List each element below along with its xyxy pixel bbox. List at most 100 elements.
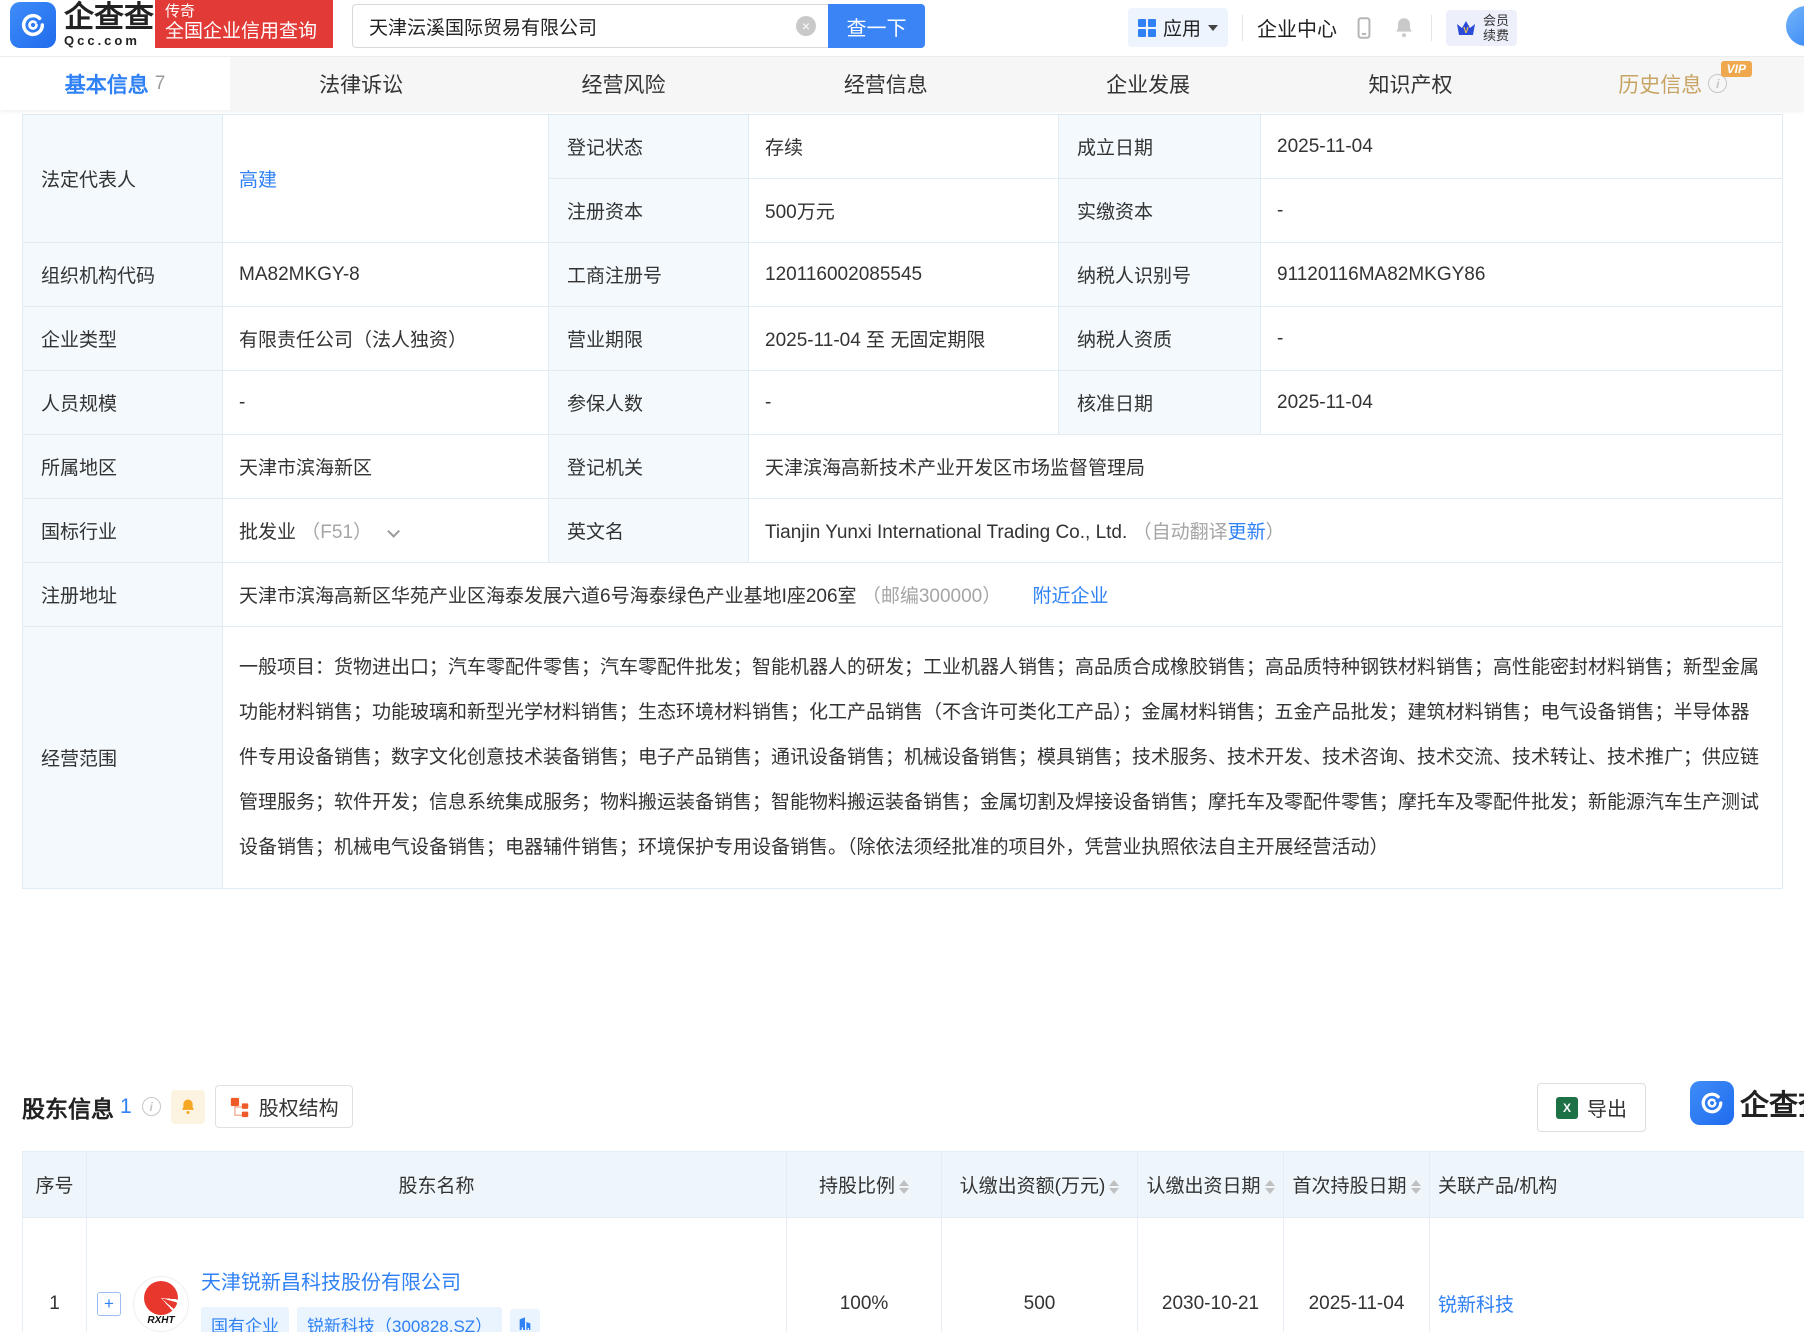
divider [1431, 15, 1432, 41]
basic-info-table: 法定代表人 高建 登记状态 存续 成立日期 2025-11-04 注册资本 50… [22, 114, 1783, 889]
org-chart-icon [229, 1096, 251, 1118]
qcc-logo-icon [10, 2, 56, 48]
field-label: 注册地址 [23, 563, 223, 627]
promo-badge: 传奇 全国企业信用查询 [155, 0, 333, 48]
org-code-value: MA82MKGY-8 [223, 243, 549, 307]
top-header: 企查查 Qcc.com 传奇 全国企业信用查询 × 查一下 应用 企业中心 [0, 0, 1804, 56]
row-index: 1 [23, 1218, 87, 1332]
sort-icon [1109, 1180, 1119, 1194]
field-label: 法定代表人 [23, 115, 223, 243]
industry-cell: 批发业 （F51） [223, 499, 549, 563]
col-shareholder-name: 股东名称 [87, 1152, 787, 1218]
vip-renew-button[interactable]: V 会员 续费 [1446, 10, 1517, 46]
crown-icon: V [1454, 16, 1478, 40]
col-share-ratio[interactable]: 持股比例 [787, 1152, 942, 1218]
industry-code: （F51） [301, 522, 372, 543]
tab-history-info[interactable]: VIP 历史信息 i [1542, 57, 1804, 110]
approval-date-value: 2025-11-04 [1261, 371, 1783, 435]
brand-text: 企查查 [1740, 1082, 1804, 1124]
field-label: 纳税人识别号 [1059, 243, 1261, 307]
equity-structure-button[interactable]: 股权结构 [215, 1085, 353, 1128]
shareholder-name-cell: + RXHT 天津锐新昌科技股份有限公司 国有企业 锐新科技（300828.SZ… [87, 1218, 787, 1332]
shareholders-section: 股东信息 1 i 股权结构 X 导出 企查查 [0, 1085, 1804, 1332]
registration-status-value: 存续 [749, 115, 1059, 179]
promo-line2: 全国企业信用查询 [165, 20, 323, 44]
registration-authority-value: 天津滨海高新技术产业开发区市场监督管理局 [749, 435, 1783, 499]
expand-row-button[interactable]: + [97, 1292, 121, 1316]
vip-renew-label: 会员 续费 [1483, 13, 1509, 43]
tab-company-development[interactable]: 企业发展 [1017, 57, 1279, 110]
apps-label: 应用 [1163, 14, 1201, 41]
search-button[interactable]: 查一下 [828, 4, 925, 48]
col-first-hold-date[interactable]: 首次持股日期 [1284, 1152, 1430, 1218]
listed-stock-tag[interactable]: 锐新科技（300828.SZ） [297, 1307, 502, 1332]
shareholders-count: 1 [120, 1095, 132, 1119]
notification-bell-icon[interactable] [1391, 15, 1417, 41]
search-box: × [352, 4, 828, 48]
info-icon[interactable]: i [142, 1097, 161, 1116]
table-header-row: 序号 股东名称 持股比例 认缴出资额(万元) 认缴出资日期 首次持股日期 关联产… [23, 1152, 1804, 1218]
promo-line1: 传奇 [165, 3, 323, 20]
qcc-logo-icon [1690, 1081, 1734, 1125]
bell-icon [178, 1097, 198, 1117]
tab-count: 7 [155, 73, 166, 95]
col-subscribed-date[interactable]: 认缴出资日期 [1138, 1152, 1284, 1218]
rxht-logo-mark [144, 1281, 178, 1315]
monitor-bell-button[interactable] [171, 1090, 205, 1124]
nearby-companies-link[interactable]: 附近企业 [1033, 586, 1109, 607]
english-name-cell: Tianjin Yunxi International Trading Co.,… [749, 499, 1783, 563]
apps-menu-button[interactable]: 应用 [1128, 8, 1228, 47]
field-label: 所属地区 [23, 435, 223, 499]
qcc-company-page: 企查查 Qcc.com 传奇 全国企业信用查询 × 查一下 应用 企业中心 [0, 0, 1804, 1332]
field-label: 核准日期 [1059, 371, 1261, 435]
user-avatar[interactable] [1786, 6, 1804, 46]
field-label: 经营范围 [23, 627, 223, 889]
taxpayer-id-value: 91120116MA82MKGY86 [1261, 243, 1783, 307]
col-subscribed-amount[interactable]: 认缴出资额(万元) [942, 1152, 1138, 1218]
field-label: 人员规模 [23, 371, 223, 435]
industry-value: 批发业 [239, 522, 296, 543]
registered-capital-value: 500万元 [749, 179, 1059, 243]
shareholder-company-logo: RXHT [133, 1276, 189, 1332]
tab-operation-info[interactable]: 经营信息 [755, 57, 1017, 110]
mobile-app-icon[interactable] [1351, 15, 1377, 41]
state-owned-tag[interactable]: 国有企业 [201, 1307, 289, 1332]
qcc-brand-watermark: 企查查 [1690, 1081, 1804, 1125]
col-index: 序号 [23, 1152, 87, 1218]
tab-basic-info[interactable]: 基本信息7 [0, 57, 230, 110]
tab-intellectual-property[interactable]: 知识产权 [1279, 57, 1541, 110]
related-product-link[interactable]: 锐新科技 [1438, 1295, 1514, 1316]
registered-address-value: 天津市滨海高新区华苑产业区海泰发展六道6号海泰绿色产业基地I座206室 [239, 586, 857, 607]
enterprise-center-link[interactable]: 企业中心 [1257, 13, 1337, 42]
share-ratio-value: 100% [787, 1218, 942, 1332]
field-label: 工商注册号 [549, 243, 749, 307]
subscribed-date-value: 2030-10-21 [1138, 1218, 1284, 1332]
auto-translate-note: （自动翻译 [1133, 522, 1228, 543]
export-button[interactable]: X 导出 [1537, 1083, 1646, 1132]
legal-representative-cell: 高建 [223, 115, 549, 243]
vip-badge: VIP [1721, 61, 1752, 77]
shareholders-header: 股东信息 1 i 股权结构 X 导出 企查查 [22, 1085, 1804, 1135]
tab-legal-litigation[interactable]: 法律诉讼 [230, 57, 492, 110]
staff-size-value: - [223, 371, 549, 435]
search-input[interactable] [353, 15, 796, 37]
excel-icon: X [1556, 1097, 1578, 1119]
english-name-value: Tianjin Yunxi International Trading Co.,… [765, 522, 1127, 543]
chevron-down-icon [1208, 25, 1218, 31]
qcc-logo[interactable]: 企查查 Qcc.com [10, 2, 154, 48]
clear-search-icon[interactable]: × [796, 16, 816, 36]
shareholder-company-link[interactable]: 天津锐新昌科技股份有限公司 [201, 1272, 461, 1294]
update-translation-link[interactable]: 更新 [1228, 522, 1266, 543]
apps-grid-icon [1138, 19, 1156, 37]
chevron-down-icon[interactable] [388, 525, 401, 538]
legal-representative-link[interactable]: 高建 [239, 170, 277, 191]
tab-operation-risk[interactable]: 经营风险 [492, 57, 754, 110]
field-label: 登记机关 [549, 435, 749, 499]
paid-capital-value: - [1261, 179, 1783, 243]
field-label: 组织机构代码 [23, 243, 223, 307]
field-label: 成立日期 [1059, 115, 1261, 179]
company-building-icon[interactable] [510, 1309, 540, 1332]
sort-icon [899, 1180, 909, 1194]
field-label: 实缴资本 [1059, 179, 1261, 243]
business-term-value: 2025-11-04 至 无固定期限 [749, 307, 1059, 371]
